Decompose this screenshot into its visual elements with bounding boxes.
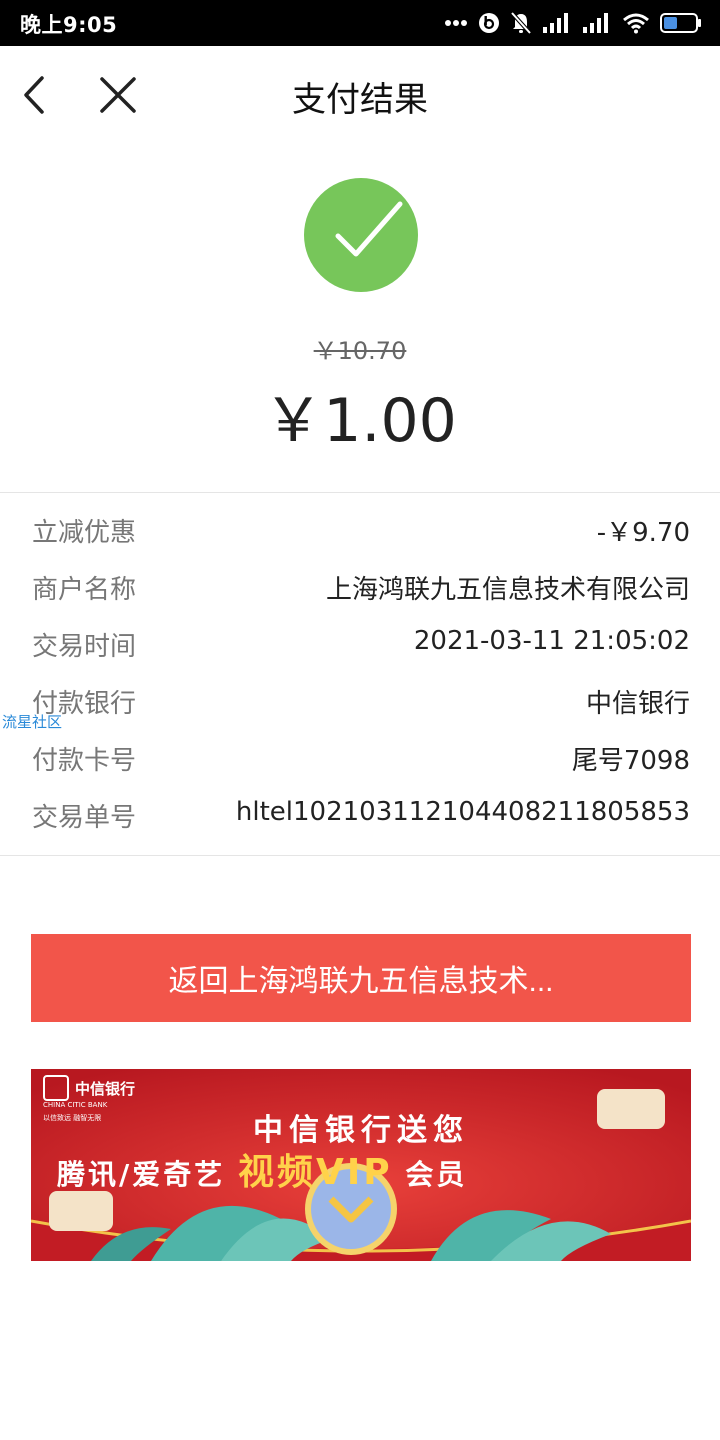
status-time: 晚上9:05 (20, 13, 118, 37)
wifi-icon (623, 13, 649, 34)
divider (0, 492, 720, 493)
page-title: 支付结果 (292, 80, 428, 120)
detail-label: 交易单号 (32, 803, 137, 833)
paid-amount: ￥1.00 (263, 386, 457, 456)
signal-icon (543, 13, 568, 33)
detail-row-merchant: 商户名称 上海鸿联九五信息技术有限公司 (0, 557, 720, 614)
detail-row-time: 交易时间 2021-03-11 21:05:02 (0, 614, 720, 671)
detail-value: 上海鸿联九五信息技术有限公司 (325, 575, 690, 605)
return-to-merchant-button[interactable]: 返回上海鸿联九五信息技术... (31, 934, 691, 1022)
status-bar: 晚上9:05 (0, 0, 720, 46)
signal-icon (583, 13, 608, 33)
detail-value: 尾号7098 (571, 746, 690, 776)
battery-icon (660, 13, 701, 33)
detail-row-discount: 立减优惠 -￥9.70 (0, 500, 720, 557)
detail-label: 商户名称 (32, 575, 137, 605)
banner-subheadline: 腾讯/爱奇艺 视频VIP 会员 (57, 1143, 467, 1195)
divider (0, 855, 720, 856)
detail-row-bank: 付款银行 中信银行 (0, 671, 720, 728)
detail-value: 中信银行 (585, 689, 690, 719)
watermark: 流星社区 (2, 713, 63, 731)
detail-value: 2021-03-11 21:05:02 (413, 626, 690, 656)
banner-line2-highlight: 视频VIP (237, 1152, 393, 1193)
promo-banner[interactable]: 中信银行 CHINA CITIC BANK 以信致远 融智无限 中信银行送您 腾… (31, 1069, 691, 1261)
more-dots-icon (445, 20, 467, 26)
original-amount: ￥10.70 (313, 337, 407, 365)
status-icons (444, 8, 702, 38)
beats-icon (479, 13, 499, 33)
detail-value: hltel102103112104408211805853 (235, 797, 690, 827)
detail-label: 付款卡号 (32, 746, 137, 776)
citic-logo-icon (43, 1075, 69, 1101)
detail-value: -￥9.70 (596, 518, 690, 548)
banner-line2-prefix: 腾讯/爱奇艺 (57, 1158, 226, 1191)
mute-bell-icon (510, 11, 532, 35)
banner-line2-suffix: 会员 (405, 1158, 468, 1191)
nav-bar: 支付结果 (0, 46, 720, 144)
detail-row-card: 付款卡号 尾号7098 (0, 728, 720, 785)
detail-label: 立减优惠 (32, 518, 137, 548)
payment-details: 立减优惠 -￥9.70 商户名称 上海鸿联九五信息技术有限公司 交易时间 202… (0, 500, 720, 842)
detail-row-order: 交易单号 hltel102103112104408211805853 (0, 785, 720, 842)
detail-label: 交易时间 (32, 632, 137, 662)
check-circle-icon (304, 178, 418, 292)
citic-bank-logo: 中信银行 (43, 1075, 135, 1101)
banner-bank-name: 中信银行 (75, 1079, 136, 1098)
